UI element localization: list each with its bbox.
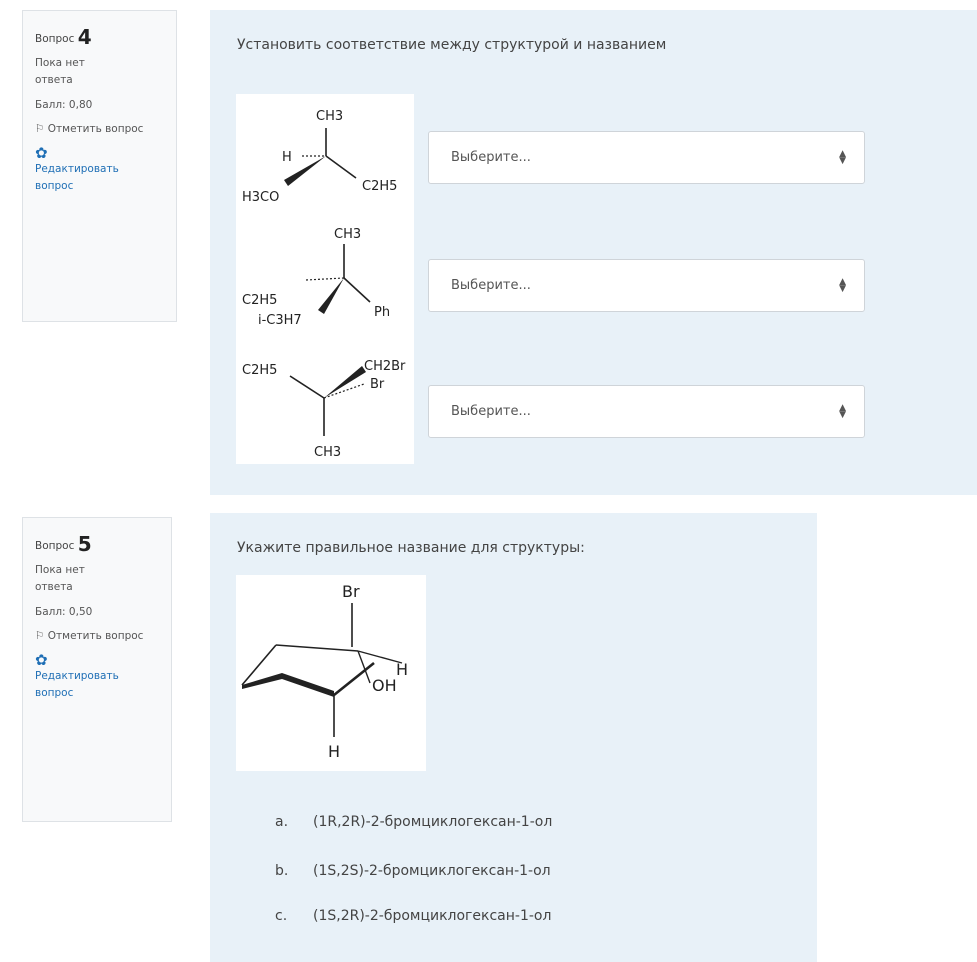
- select-value: Выберите...: [451, 150, 531, 165]
- atom-label: CH3: [314, 445, 341, 460]
- answer-option-b[interactable]: b. (1S,2S)-2-бромциклогексан-1-ол: [275, 863, 551, 879]
- structure-image: Br H OH H: [236, 575, 426, 771]
- atom-label: H: [328, 742, 340, 761]
- atom-label: H: [396, 660, 408, 679]
- answer-text: (1R,2R)-2-бромциклогексан-1-ол: [313, 814, 553, 830]
- answer-select-1[interactable]: Выберите... ▲ ▼: [428, 131, 865, 184]
- atom-label: CH2Br: [364, 359, 406, 374]
- edit-question-link[interactable]: Редактировать вопрос: [35, 161, 155, 195]
- atom-label: C2H5: [242, 293, 277, 308]
- answer-option-c[interactable]: c. (1S,2R)-2-бромциклогексан-1-ол: [275, 908, 551, 924]
- answer-text: (1S,2S)-2-бромциклогексан-1-ол: [313, 863, 551, 879]
- flag-question-label: Отметить вопрос: [47, 123, 144, 136]
- gear-icon[interactable]: ✿: [35, 146, 166, 161]
- select-value: Выберите...: [451, 278, 531, 293]
- edit-question-link[interactable]: Редактировать вопрос: [35, 668, 155, 702]
- select-arrows-icon: ▲ ▼: [839, 148, 846, 166]
- structure-3-image: C2H5 CH2Br Br CH3: [236, 342, 414, 464]
- question-label: Вопрос: [35, 33, 75, 45]
- question-number-value: 5: [77, 532, 92, 556]
- answer-select-2[interactable]: Выберите... ▲ ▼: [428, 259, 865, 312]
- select-value: Выберите...: [451, 404, 531, 419]
- question-state: Пока нет ответа: [35, 57, 85, 86]
- atom-label: H3CO: [242, 190, 279, 205]
- atom-label: i-C3H7: [258, 313, 302, 328]
- flag-question-link[interactable]: ⚐ Отметить вопрос: [35, 628, 145, 645]
- flag-icon: ⚐: [35, 630, 45, 643]
- answer-select-3[interactable]: Выберите... ▲ ▼: [428, 385, 865, 438]
- answer-letter: b.: [275, 863, 289, 879]
- gear-icon[interactable]: ✿: [35, 653, 161, 668]
- question-number-value: 4: [77, 25, 92, 49]
- answer-text: (1S,2R)-2-бромциклогексан-1-ол: [313, 908, 552, 924]
- question-4-text: Установить соответствие между структурой…: [237, 37, 667, 53]
- question-number: Вопрос 4: [35, 21, 166, 53]
- atom-label: C2H5: [362, 179, 397, 194]
- question-5-text: Укажите правильное название для структур…: [237, 540, 585, 556]
- answer-letter: c.: [275, 908, 288, 924]
- structure-2-image: CH3 C2H5 i-C3H7 Ph: [236, 216, 414, 342]
- atom-label: H: [282, 150, 292, 165]
- question-state: Пока нет ответа: [35, 564, 85, 593]
- atom-label: OH: [372, 676, 397, 695]
- atom-label: CH3: [334, 227, 361, 242]
- atom-label: CH3: [316, 109, 343, 124]
- atom-label: Br: [370, 377, 385, 392]
- select-arrows-icon: ▲ ▼: [839, 276, 846, 294]
- flag-question-label: Отметить вопрос: [47, 630, 144, 643]
- question-label: Вопрос: [35, 540, 75, 552]
- atom-label: C2H5: [242, 363, 277, 378]
- select-arrows-icon: ▲ ▼: [839, 402, 846, 420]
- question-grade: Балл: 0,50: [35, 605, 93, 618]
- atom-label: Ph: [374, 305, 390, 320]
- answer-letter: a.: [275, 814, 289, 830]
- structure-1-image: CH3 H H3CO C2H5: [236, 94, 414, 216]
- question-5-info: Вопрос 5 Пока нет ответа Балл: 0,50 ⚐ От…: [22, 517, 172, 822]
- question-4-info: Вопрос 4 Пока нет ответа Балл: 0,80 ⚐ От…: [22, 10, 177, 322]
- atom-label: Br: [342, 582, 360, 601]
- question-grade: Балл: 0,80: [35, 98, 93, 111]
- answer-option-a[interactable]: a. (1R,2R)-2-бромциклогексан-1-ол: [275, 814, 552, 830]
- flag-icon: ⚐: [35, 123, 45, 136]
- question-number: Вопрос 5: [35, 528, 161, 560]
- flag-question-link[interactable]: ⚐ Отметить вопрос: [35, 121, 145, 138]
